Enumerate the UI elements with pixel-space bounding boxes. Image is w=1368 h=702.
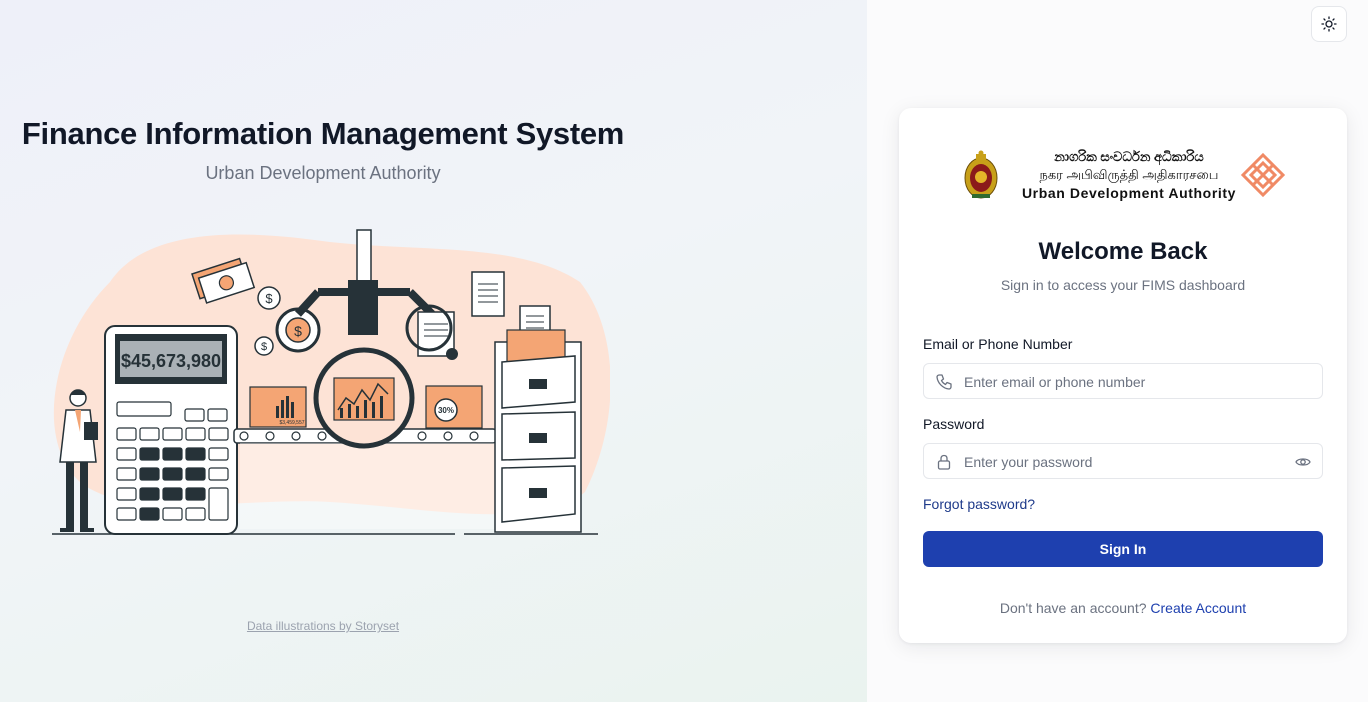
- password-field[interactable]: Enter your password: [923, 443, 1323, 479]
- calculator-display: $45,673,980: [121, 351, 221, 371]
- login-title: Welcome Back: [1038, 238, 1208, 265]
- password-placeholder: Enter your password: [964, 454, 1093, 470]
- uda-logo-icon: [1240, 152, 1286, 198]
- create-account-prompt: Don't have an account? Create Account: [899, 600, 1347, 616]
- forgot-password-link[interactable]: Forgot password?: [923, 496, 1035, 512]
- illustration-credit-link[interactable]: Data illustrations by Storyset: [0, 619, 646, 633]
- sri-lanka-emblem-icon: [964, 150, 998, 199]
- svg-text:$: $: [294, 323, 302, 339]
- sun-icon: [1321, 16, 1337, 32]
- email-label: Email or Phone Number: [923, 336, 1073, 352]
- login-subtitle: Sign in to access your FIMS dashboard: [1000, 277, 1246, 293]
- lock-icon: [937, 454, 951, 470]
- logo-line-tamil: நகர அபிவிருத்தி அதிகாரசபை: [1039, 167, 1219, 182]
- svg-text:$: $: [265, 291, 273, 306]
- organization-logo: නාගරික සංවර්ධන අධිකාරිය நகர அபிவிருத்தி …: [963, 148, 1293, 204]
- phone-icon: [936, 374, 952, 390]
- show-password-icon[interactable]: [1295, 454, 1311, 470]
- create-account-link[interactable]: Create Account: [1150, 600, 1246, 616]
- theme-toggle-button[interactable]: [1311, 6, 1347, 42]
- organization-name: නාගරික සංවර්ධන අධිකාරිය நகர அபிவிருத்தி …: [1011, 148, 1247, 202]
- logo-line-sinhala: නාගරික සංවර්ධන අධිකාරිය: [1054, 149, 1204, 164]
- hero-subtitle: Urban Development Authority: [205, 163, 441, 183]
- logo-line-english: Urban Development Authority: [1021, 185, 1237, 201]
- no-account-text: Don't have an account?: [999, 600, 1151, 616]
- svg-text:$: $: [261, 341, 267, 353]
- email-placeholder: Enter email or phone number: [964, 374, 1146, 390]
- login-card: නාගරික සංවර්ධන අධිකාරිය நகர அபிவிருத்தி …: [899, 108, 1347, 643]
- folder-amount: $3,459,557: [279, 420, 304, 426]
- hero-panel: Finance Information Management System Ur…: [0, 0, 867, 702]
- folder-percent: 30%: [438, 406, 454, 415]
- finance-illustration: $ $ $ $45,673,980 $3,459,557 30%: [52, 229, 610, 535]
- email-field[interactable]: Enter email or phone number: [923, 363, 1323, 399]
- password-label: Password: [923, 416, 985, 432]
- hero-title: Finance Information Management System: [21, 116, 625, 151]
- sign-in-button[interactable]: Sign In: [923, 531, 1323, 567]
